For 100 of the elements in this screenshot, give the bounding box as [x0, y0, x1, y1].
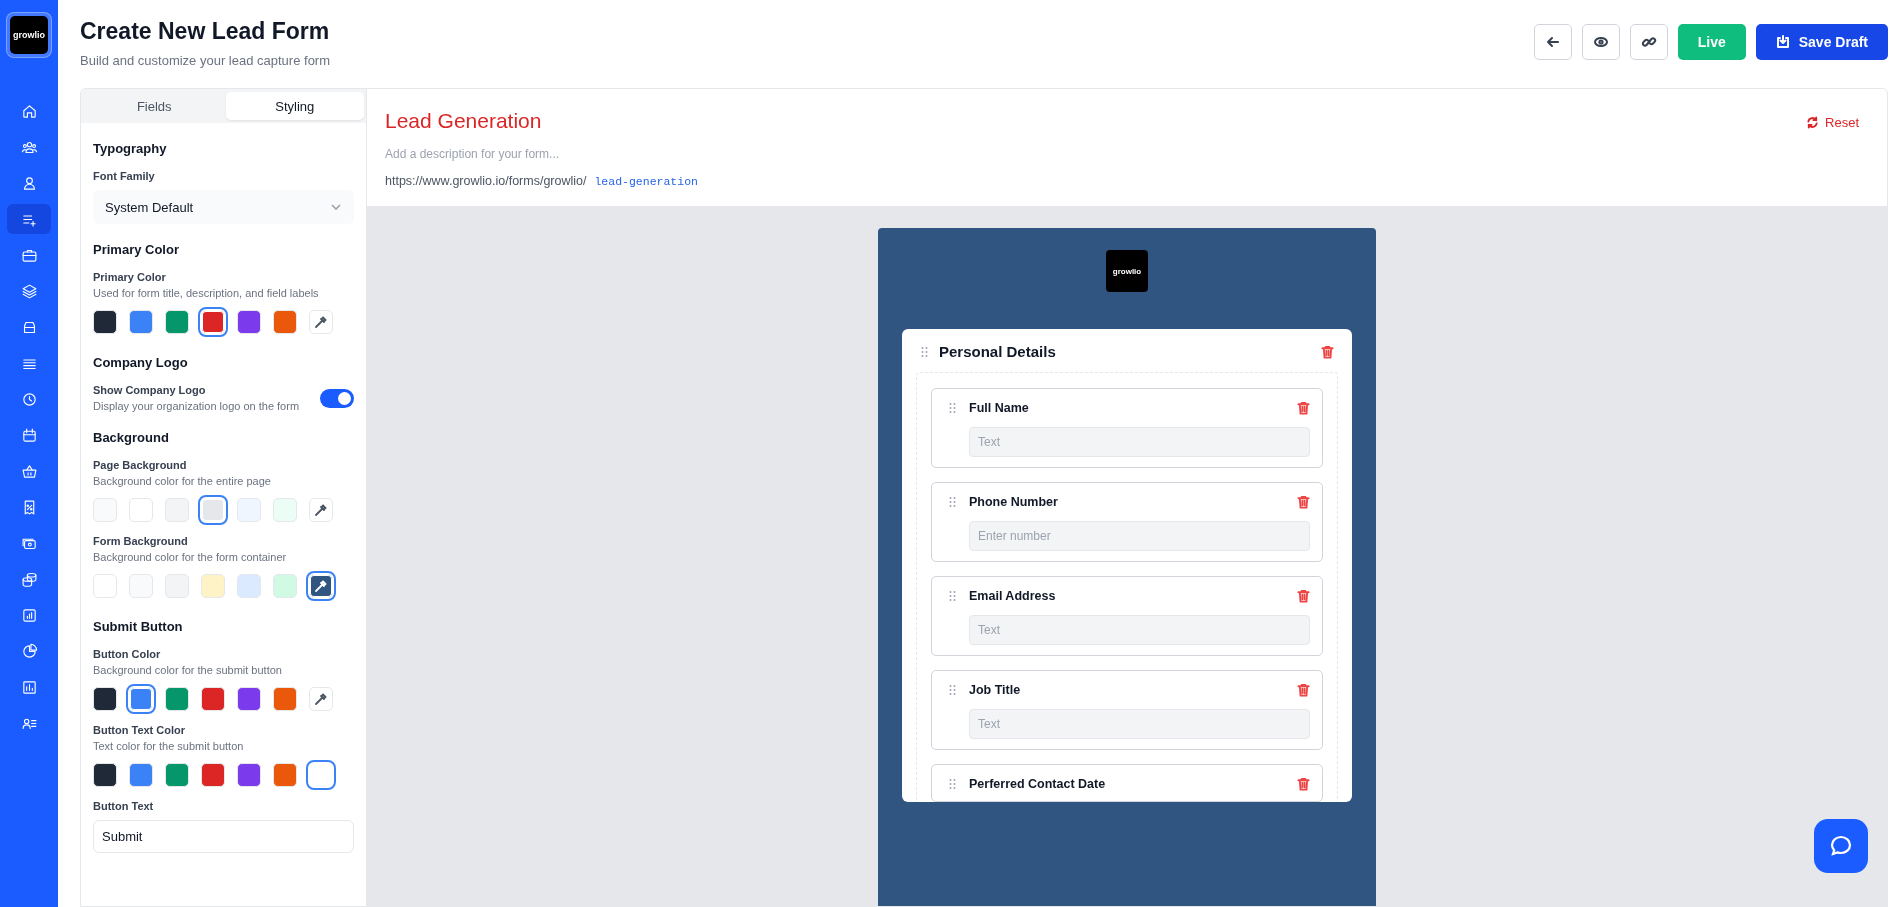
- field-label: Phone Number: [969, 495, 1059, 509]
- tab[interactable]: Styling: [225, 92, 364, 120]
- drag-handle-icon[interactable]: [920, 345, 929, 358]
- field-description: Used for form title, description, and field labels: [93, 287, 320, 299]
- color-swatch[interactable]: [201, 763, 225, 787]
- nav-item[interactable]: [7, 204, 51, 234]
- button-text-field[interactable]: Submit: [93, 820, 354, 853]
- company-logo: growlio: [1106, 250, 1148, 292]
- pie-chart-icon: [20, 642, 38, 660]
- color-swatch[interactable]: [165, 763, 189, 787]
- trash-icon[interactable]: [1297, 683, 1310, 697]
- calendar-icon: [20, 426, 38, 444]
- field-label: Button Text: [93, 800, 155, 812]
- layers-icon: [20, 282, 38, 300]
- color-swatch[interactable]: [129, 574, 153, 598]
- home-icon: [20, 102, 38, 120]
- link-button[interactable]: [1629, 24, 1668, 60]
- section-heading: Primary Color: [93, 242, 180, 257]
- color-swatch[interactable]: [93, 574, 117, 598]
- color-swatch[interactable]: [273, 498, 297, 522]
- url-slug[interactable]: lead-generation: [594, 175, 698, 188]
- text-field[interactable]: Text: [969, 615, 1310, 645]
- font-family-select[interactable]: System Default: [93, 190, 354, 224]
- color-swatch[interactable]: [129, 763, 153, 787]
- section-heading: Company Logo: [93, 355, 189, 370]
- download-tray-icon: [1775, 35, 1790, 49]
- field-label: Page Background: [93, 459, 188, 471]
- color-swatch[interactable]: [129, 310, 153, 334]
- trash-icon[interactable]: [1297, 401, 1310, 415]
- field-description: Text color for the submit button: [93, 740, 245, 752]
- color-swatch[interactable]: [93, 498, 117, 522]
- color-picker-button[interactable]: [309, 687, 333, 711]
- color-swatch[interactable]: [237, 763, 261, 787]
- color-swatch[interactable]: [273, 310, 297, 334]
- trash-icon[interactable]: [1321, 344, 1334, 359]
- drag-handle-icon[interactable]: [948, 496, 957, 508]
- field-label: Job Title: [969, 683, 1022, 697]
- color-swatch[interactable]: [201, 574, 225, 598]
- color-swatch[interactable]: [273, 687, 297, 711]
- field-label: Button Color: [93, 648, 162, 660]
- form-title[interactable]: Lead Generation: [385, 109, 698, 133]
- save-draft-button[interactable]: Save Draft: [1755, 24, 1888, 60]
- clock-icon: [20, 390, 38, 408]
- color-swatch[interactable]: [93, 310, 117, 334]
- text-field[interactable]: Text: [969, 427, 1310, 457]
- link-icon: [1640, 34, 1657, 50]
- description-field[interactable]: Add a description for your form...: [385, 147, 685, 161]
- color-picker-button[interactable]: [309, 498, 333, 522]
- field-description: Background color for the submit button: [93, 664, 283, 676]
- eyedropper-icon: [314, 692, 328, 706]
- page-subtitle: Build and customize your lead capture form: [80, 53, 330, 68]
- form-url: https://www.growlio.io/forms/growlio/: [385, 174, 587, 188]
- trash-icon[interactable]: [1297, 495, 1310, 509]
- field-label: Perferred Contact Date: [969, 777, 1107, 791]
- eyedropper-icon: [314, 503, 328, 517]
- color-swatch[interactable]: [273, 763, 297, 787]
- reset-button[interactable]: Reset: [1806, 115, 1859, 130]
- color-swatch[interactable]: [165, 574, 189, 598]
- eye-icon: [1592, 34, 1609, 50]
- trash-icon[interactable]: [1297, 777, 1310, 791]
- field-label: Font Family: [93, 170, 156, 182]
- color-swatch[interactable]: [93, 687, 117, 711]
- eyedropper-icon: [314, 315, 328, 329]
- chat-button[interactable]: [1814, 819, 1868, 873]
- color-swatch[interactable]: [165, 310, 189, 334]
- color-swatch[interactable]: [165, 498, 189, 522]
- field-label: Show Company Logo: [93, 384, 207, 396]
- color-swatch[interactable]: [93, 763, 117, 787]
- trash-icon[interactable]: [1297, 589, 1310, 603]
- section-heading: Submit Button: [93, 619, 184, 634]
- color-swatch[interactable]: [165, 687, 189, 711]
- eyedropper-icon: [314, 579, 328, 593]
- chart-icon: [20, 606, 38, 624]
- color-picker-button[interactable]: [309, 310, 333, 334]
- field-description: Background color for the entire page: [93, 475, 272, 487]
- coins-icon: [20, 570, 38, 588]
- field-label: Email Address: [969, 589, 1057, 603]
- text-field[interactable]: Text: [969, 709, 1310, 739]
- tab[interactable]: Fields: [85, 92, 224, 120]
- text-field[interactable]: Enter number: [969, 521, 1310, 551]
- preview-button[interactable]: [1581, 24, 1620, 60]
- drag-handle-icon[interactable]: [948, 402, 957, 414]
- drag-handle-icon[interactable]: [948, 684, 957, 696]
- drag-handle-icon[interactable]: [948, 778, 957, 790]
- toggle-switch[interactable]: [320, 388, 354, 408]
- color-swatch[interactable]: [237, 687, 261, 711]
- section-heading: Background: [93, 430, 170, 445]
- field-label: Button Text Color: [93, 724, 187, 736]
- basket-icon: [20, 462, 38, 480]
- arrow-left-icon: [1544, 34, 1561, 50]
- section-title: Personal Details: [939, 343, 1057, 360]
- drag-handle-icon[interactable]: [948, 590, 957, 602]
- color-swatch[interactable]: [129, 498, 153, 522]
- chevron-down-icon: [330, 201, 342, 213]
- color-swatch[interactable]: [273, 574, 297, 598]
- color-swatch[interactable]: [237, 498, 261, 522]
- color-swatch[interactable]: [201, 687, 225, 711]
- color-swatch[interactable]: [237, 310, 261, 334]
- color-swatch[interactable]: [237, 574, 261, 598]
- back-button[interactable]: [1533, 24, 1572, 60]
